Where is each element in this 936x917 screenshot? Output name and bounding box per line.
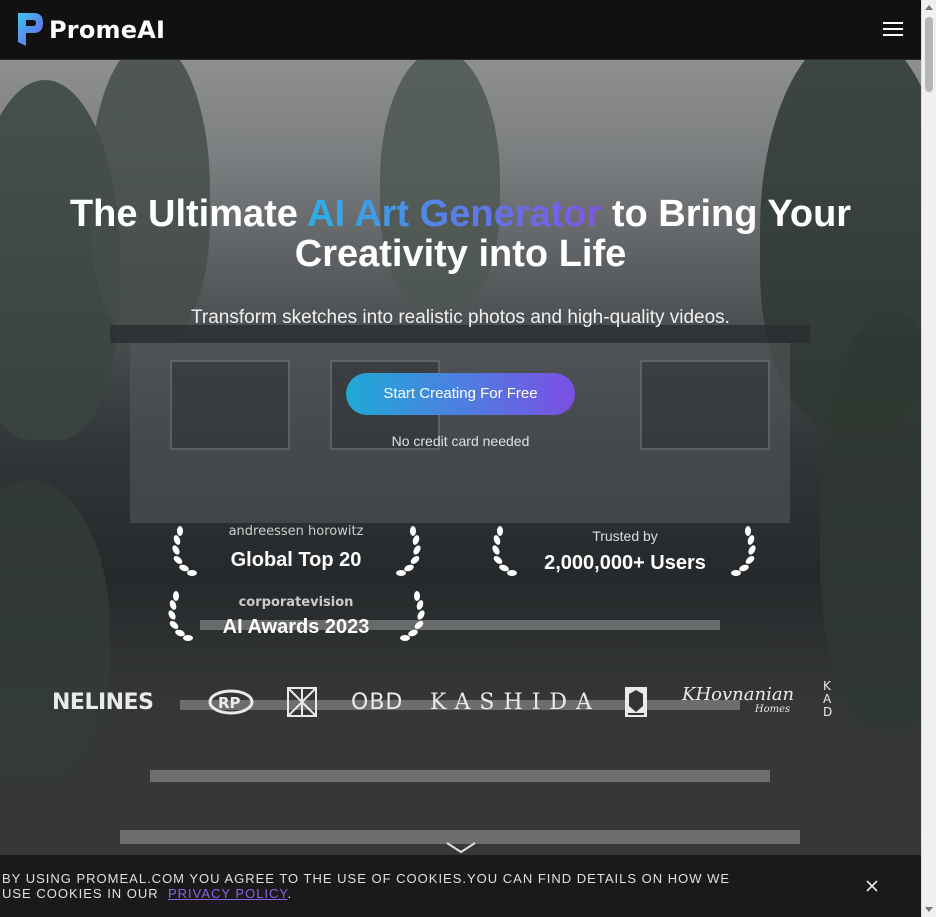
award-badge-a16z: andreessen horowitz Global Top 20 (206, 525, 386, 572)
laurel-left-icon (168, 591, 193, 641)
laurel-left-icon (492, 526, 517, 576)
cookie-message-suffix: . (287, 886, 293, 901)
laurel-right-icon (731, 526, 756, 576)
partner-logo-crest (624, 682, 648, 722)
award-badge-corporatevision: corporatevision AI Awards 2023 (206, 596, 386, 639)
monogram-logo-icon (287, 687, 317, 717)
trusted-by-label: Trusted by (592, 528, 658, 544)
partner-logo-kashida: KASHIDA (430, 689, 601, 715)
promeai-logo-icon (18, 13, 43, 46)
users-count: 2,000,000+ Users (544, 552, 706, 574)
andreessen-horowitz-logo: andreessen horowitz (228, 524, 364, 539)
award-badge-users: Trusted by 2,000,000+ Users (525, 528, 725, 575)
hero-section: The Ultimate AI Art Generator to Bring Y… (0, 60, 921, 917)
cookie-message: By using promeal.com you agree to the us… (2, 871, 762, 901)
partner-logo-kad: KAD (823, 679, 833, 719)
partner-logo-khovnanian: KHovnanian Homes (682, 684, 795, 715)
award-title: Global Top 20 (230, 549, 362, 571)
hamburger-menu-icon[interactable] (883, 22, 903, 38)
laurel-left-icon (172, 526, 197, 576)
hero-headline: The Ultimate AI Art Generator to Bring Y… (0, 194, 921, 274)
page-scrollbar[interactable] (921, 0, 936, 917)
svg-text:RP: RP (218, 694, 241, 712)
chevron-down-icon[interactable] (446, 842, 476, 854)
laurel-right-icon (396, 526, 421, 576)
headline-text-start: The Ultimate (69, 193, 308, 235)
scroll-thumb[interactable] (925, 17, 933, 92)
partner-logo-monogram (287, 682, 317, 722)
brand-logo[interactable]: PromeAI (16, 11, 165, 48)
partner-logo-obd: OBD (351, 689, 404, 715)
scroll-up-arrow-icon[interactable] (925, 5, 933, 10)
corporatevision-logo: corporatevision (238, 595, 354, 610)
partner-logo-finelines: NELINES (52, 689, 154, 715)
award-title: AI Awards 2023 (222, 616, 370, 638)
start-creating-button[interactable]: Start Creating For Free (346, 373, 575, 415)
scroll-down-arrow-icon[interactable] (925, 907, 933, 912)
laurel-right-icon (400, 591, 425, 641)
privacy-policy-link[interactable]: Privacy Policy (168, 886, 288, 901)
no-credit-card-note: No credit card needed (391, 433, 530, 449)
brand-name: PromeAI (49, 15, 166, 44)
rp-logo-icon: RP (208, 689, 254, 715)
close-icon[interactable] (865, 879, 879, 893)
partner-logo-rp: RP (208, 682, 254, 722)
top-navigation-bar: PromeAI (0, 0, 936, 60)
headline-highlight: AI Art Generator (307, 193, 602, 235)
cookie-message-text: By using promeal.com you agree to the us… (2, 871, 731, 901)
crest-logo-icon (625, 687, 647, 717)
hero-subheadline: Transform sketches into realistic photos… (191, 307, 730, 328)
cookie-consent-banner: By using promeal.com you agree to the us… (0, 855, 921, 917)
partner-logos-strip: NELINES RP OBD KASHIDA KHovnanian Homes (52, 679, 852, 722)
